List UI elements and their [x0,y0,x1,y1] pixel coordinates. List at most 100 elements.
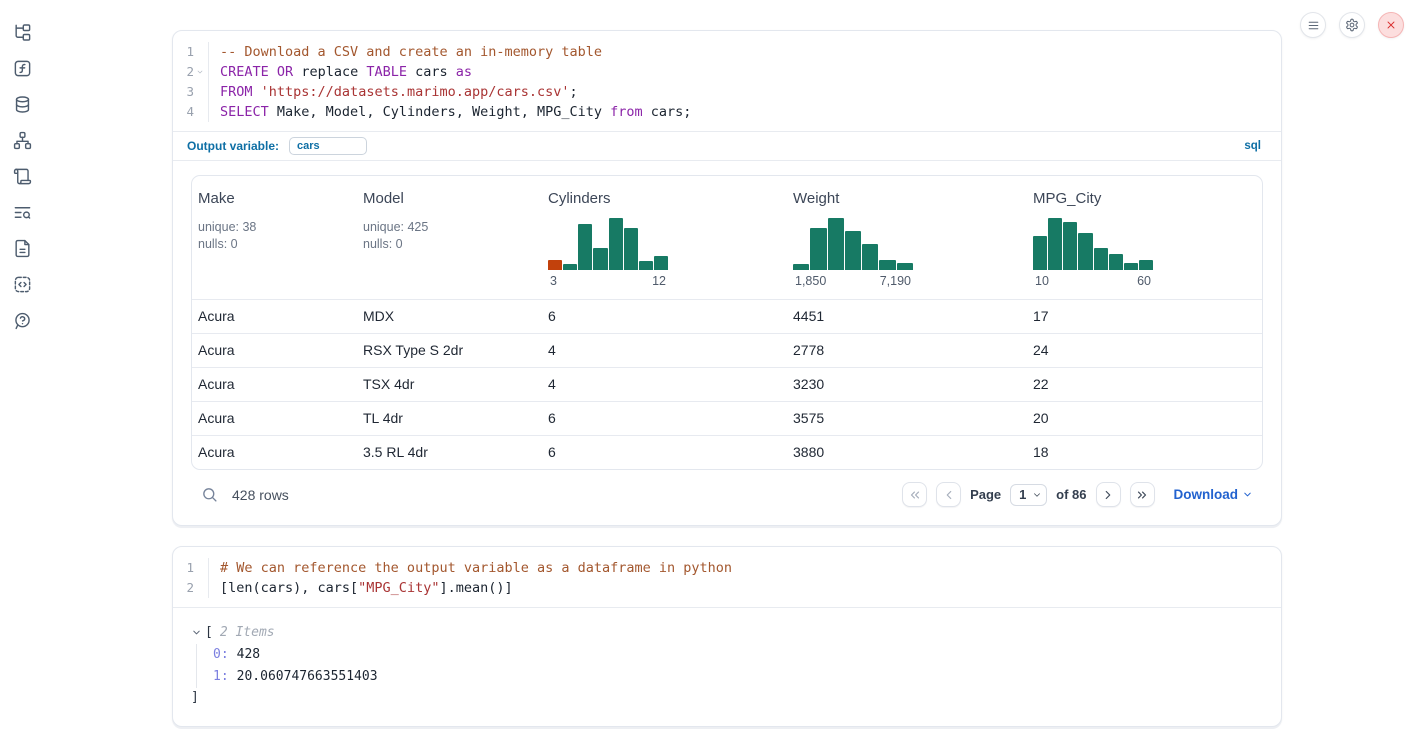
download-button[interactable]: Download [1174,487,1254,502]
column-header-make[interactable]: Make unique: 38 nulls: 0 [192,176,357,299]
histogram-bar [828,218,844,270]
line-number: 1 [176,42,194,62]
hist-min-label: 1,850 [795,273,826,289]
close-icon [1385,19,1397,31]
tree-collapse-chevron-icon[interactable] [191,627,202,638]
histogram-bar [548,260,562,270]
histogram-bar [578,224,592,270]
table-row[interactable]: Acura TSX 4dr 4 3230 22 [192,367,1262,401]
network-icon[interactable] [12,130,32,150]
histogram-bar [609,218,623,270]
histogram-bar [1078,233,1092,270]
column-header-model[interactable]: Model unique: 425 nulls: 0 [357,176,542,299]
line-number: 3 [176,82,194,102]
histogram-bar [1094,248,1108,270]
item-count: 2 Items [220,625,275,640]
weight-histogram[interactable]: 1,850 7,190 [793,218,913,289]
topbar-actions [1300,12,1404,38]
histogram-bar [1124,263,1138,270]
column-header-cylinders[interactable]: Cylinders 3 12 [542,176,787,299]
histogram-bar [593,248,607,270]
mpg-city-histogram[interactable]: 10 60 [1033,218,1153,289]
table-footer: 428 rows Page 1 [191,470,1263,525]
code-line: 3 FROM 'https://datasets.marimo.app/cars… [173,82,1281,102]
close-button[interactable] [1378,12,1404,38]
help-circle-icon[interactable] [12,310,32,330]
code-line: 1 -- Download a CSV and create an in-mem… [173,42,1281,62]
output-variable-input[interactable] [289,137,367,155]
column-header-mpg-city[interactable]: MPG_City 10 60 [1027,176,1262,299]
python-string: "MPG_City" [358,580,439,596]
python-cell: 1 # We can reference the output variable… [172,546,1282,727]
settings-gear-icon [1345,18,1359,32]
line-number: 2 [176,62,194,82]
histogram-bar [639,261,653,270]
python-result-tree: [ 2 Items 0:428 1:20.060747663551403 ] [173,607,1281,726]
python-code-editor[interactable]: 1 # We can reference the output variable… [173,547,1281,607]
pagination: Page 1 of 86 [902,482,1263,507]
histogram-bar [1033,236,1047,270]
scroll-icon[interactable] [12,166,32,186]
histogram-bar [654,256,668,270]
sql-cell-output: Make unique: 38 nulls: 0 Model unique: 4… [173,161,1281,525]
table-row[interactable]: Acura RSX Type S 2dr 4 2778 24 [192,333,1262,367]
page-select-wrap: 1 [1010,484,1047,506]
menu-icon [1307,19,1320,32]
previous-page-button[interactable] [936,482,961,507]
database-icon[interactable] [12,94,32,114]
histogram-bar [897,263,913,270]
code-line: 4 SELECT Make, Model, Cylinders, Weight,… [173,102,1281,122]
sql-code-editor[interactable]: 1 -- Download a CSV and create an in-mem… [173,31,1281,131]
list-item: 1:20.060747663551403 [213,666,1263,688]
python-comment: # We can reference the output variable a… [220,560,732,576]
menu-button[interactable] [1300,12,1326,38]
page-select[interactable]: 1 [1010,484,1047,506]
file-tree-icon[interactable] [12,22,32,42]
tree-items: 0:428 1:20.060747663551403 [196,644,1263,688]
sql-string: 'https://datasets.marimo.app/cars.csv' [261,84,570,100]
column-header-weight[interactable]: Weight 1,850 7,190 [787,176,1027,299]
tree-root: [ 2 Items [191,621,1263,643]
hist-max-label: 60 [1137,273,1151,289]
row-count: 428 rows [232,487,289,503]
settings-button[interactable] [1339,12,1365,38]
line-number: 4 [176,102,194,122]
line-number: 2 [176,578,194,598]
hist-min-label: 10 [1035,273,1049,289]
data-table: Make unique: 38 nulls: 0 Model unique: 4… [191,175,1263,470]
sql-comment: -- Download a CSV and create an in-memor… [220,44,602,60]
open-bracket: [ [205,625,213,640]
cylinders-histogram[interactable]: 3 12 [548,218,668,289]
code-line: 2 CREATE OR replace TABLE cars as [173,62,1281,82]
table-row[interactable]: Acura TL 4dr 6 3575 20 [192,401,1262,435]
download-chevron-down-icon [1242,489,1253,500]
close-bracket: ] [191,688,1263,708]
function-square-icon[interactable] [12,58,32,78]
first-page-button[interactable] [902,482,927,507]
document-icon[interactable] [12,238,32,258]
hist-max-label: 7,190 [880,273,911,289]
histogram-bar [624,228,638,270]
histogram-bar [845,231,861,270]
sql-cell: 1 -- Download a CSV and create an in-mem… [172,30,1282,526]
histogram-bar [563,264,577,270]
last-page-button[interactable] [1130,482,1155,507]
histogram-bar [793,264,809,270]
notebook: 1 -- Download a CSV and create an in-mem… [172,30,1282,727]
fold-chevron-icon[interactable] [194,68,206,76]
sidebar [0,0,44,729]
code-square-icon[interactable] [12,274,32,294]
list-search-icon[interactable] [12,202,32,222]
table-row[interactable]: Acura 3.5 RL 4dr 6 3880 18 [192,435,1262,469]
next-page-button[interactable] [1096,482,1121,507]
line-number: 1 [176,558,194,578]
table-row[interactable]: Acura MDX 6 4451 17 [192,299,1262,333]
search-icon[interactable] [201,486,218,503]
code-line: 1 # We can reference the output variable… [173,558,1281,578]
hist-max-label: 12 [652,273,666,289]
list-item: 0:428 [213,644,1263,666]
output-variable-label: Output variable: [187,139,279,153]
column-stats: unique: 425 nulls: 0 [363,219,534,253]
page-label: Page [970,487,1001,502]
language-badge: sql [1244,140,1267,152]
